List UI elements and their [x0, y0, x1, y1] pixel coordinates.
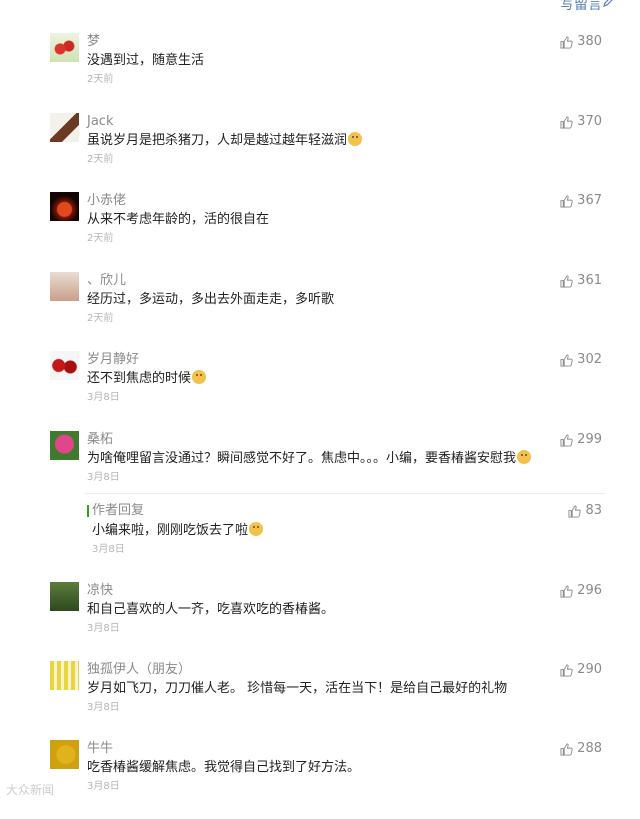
comment-text: 从来不考虑年龄的，活的很自在 — [87, 212, 270, 227]
comment-time: 3月8日 — [87, 392, 120, 403]
comment-time: 2天前 — [87, 233, 114, 244]
comment-time: 2天前 — [87, 313, 114, 324]
comment-text: 和自己喜欢的人一齐，吃喜欢吃的香椿酱。 — [87, 602, 335, 617]
comment-item: 牛牛吃香椿酱缓解焦虑。我觉得自己找到了好方法。 3月8日 288 — [0, 740, 640, 819]
commenter-name[interactable]: 岁月静好 — [87, 351, 139, 369]
avatar[interactable] — [50, 33, 79, 62]
comment-item: 、欣儿经历过，多运动，多出去外面走走，多听歌 2天前 361 — [0, 272, 640, 351]
comment-time: 3月8日 — [87, 623, 120, 634]
comment-text: 吃香椿酱缓解焦虑。我觉得自己找到了好方法。 — [87, 760, 361, 775]
like-button[interactable]: 299 — [560, 431, 602, 449]
comment-text: 经历过，多运动，多出去外面走走，多听歌 — [87, 292, 335, 307]
comment-item: 梦没遇到过，随意生活 2天前 380 — [0, 33, 640, 112]
avatar[interactable] — [50, 113, 79, 142]
comment-text: 没遇到过，随意生活 — [87, 53, 205, 68]
emoji-icon — [348, 132, 363, 146]
avatar[interactable] — [50, 351, 79, 380]
like-count: 299 — [577, 432, 602, 447]
thumbs-up-icon — [560, 663, 573, 677]
thumbs-up-icon — [560, 35, 573, 49]
comment-time: 3月8日 — [87, 702, 120, 713]
like-button[interactable]: 380 — [560, 33, 602, 51]
avatar[interactable] — [50, 740, 79, 769]
commenter-name[interactable]: 小赤佬 — [87, 192, 126, 210]
comment-item: 凉快和自己喜欢的人一齐，吃喜欢吃的香椿酱。 3月8日 296 — [0, 582, 640, 661]
author-reply-like-button[interactable]: 83 — [568, 502, 602, 520]
like-count: 380 — [577, 34, 602, 49]
comment-item: 岁月静好 还不到焦虑的时候 3月8日 302 — [0, 351, 640, 430]
commenter-name[interactable]: 桑柘 — [87, 431, 113, 449]
thumbs-up-icon — [560, 194, 573, 208]
comment-text: 还不到焦虑的时候 — [87, 370, 207, 388]
like-button[interactable]: 367 — [560, 192, 602, 210]
author-reply-like-count: 83 — [585, 503, 602, 518]
watermark: 大众新闻 — [6, 783, 55, 797]
emoji-icon — [249, 522, 264, 536]
commenter-name[interactable]: 凉快 — [87, 582, 113, 600]
emoji-icon — [192, 370, 207, 384]
thumbs-up-icon — [560, 584, 573, 598]
comment-time: 3月8日 — [87, 781, 120, 792]
author-reply-marker — [87, 505, 89, 517]
avatar[interactable] — [50, 582, 79, 611]
commenter-name[interactable]: 独孤伊人（朋友） — [87, 661, 191, 679]
like-count: 290 — [577, 662, 602, 677]
like-count: 296 — [577, 583, 602, 598]
comment-time: 2天前 — [87, 74, 114, 85]
commenter-name[interactable]: 、欣儿 — [87, 272, 126, 290]
like-count: 302 — [577, 352, 602, 367]
like-button[interactable]: 361 — [560, 272, 602, 290]
comment-text: 为啥俺哩留言没通过？瞬间感觉不好了。焦虑中。。。小编，要香椿酱安慰我 — [87, 450, 532, 468]
thumbs-up-icon — [560, 274, 573, 288]
like-button[interactable]: 370 — [560, 113, 602, 131]
like-count: 361 — [577, 273, 602, 288]
commenter-name[interactable]: 牛牛 — [87, 740, 113, 758]
commenter-name[interactable]: Jack — [87, 113, 113, 131]
like-count: 370 — [577, 114, 602, 129]
thumbs-up-icon — [560, 115, 573, 129]
author-reply-text: 小编来啦，刚刚吃饭去了啦 — [92, 522, 264, 540]
like-button[interactable]: 290 — [560, 661, 602, 679]
comment-item: 桑柘 为啥俺哩留言没通过？瞬间感觉不好了。焦虑中。。。小编，要香椿酱安慰我 3月8日… — [0, 431, 640, 510]
avatar[interactable] — [50, 192, 79, 221]
avatar[interactable] — [50, 272, 79, 301]
emoji-icon — [517, 450, 532, 464]
write-comment-link[interactable]: 写留言 — [560, 0, 602, 14]
comment-item: 小赤佬从来不考虑年龄的，活的很自在 2天前 367 — [0, 192, 640, 271]
avatar[interactable] — [50, 431, 79, 460]
author-reply-time: 3月8日 — [92, 544, 125, 555]
comment-item: 独孤伊人（朋友） 岁月如飞刀，刀刀催人老。 珍惜每一天，活在当下！是给自己最好的礼… — [0, 661, 640, 740]
comment-text: 虽说岁月是把杀猪刀，人却是越过越年轻滋润 — [87, 132, 363, 150]
comment-text: 岁月如飞刀，刀刀催人老。 珍惜每一天，活在当下！是给自己最好的礼物 — [87, 681, 508, 696]
comment-time: 3月8日 — [87, 472, 120, 483]
thumbs-up-icon — [560, 433, 573, 447]
thumbs-up-icon — [568, 504, 582, 518]
thumbs-up-icon — [560, 742, 573, 756]
like-button[interactable]: 302 — [560, 351, 602, 369]
commenter-name[interactable]: 梦 — [87, 33, 100, 51]
avatar[interactable] — [50, 661, 79, 690]
pencil-icon — [603, 0, 613, 7]
like-button[interactable]: 296 — [560, 582, 602, 600]
comment-item: Jack 虽说岁月是把杀猪刀，人却是越过越年轻滋润 2天前 370 — [0, 113, 640, 192]
like-count: 288 — [577, 741, 602, 756]
thumbs-up-icon — [560, 353, 573, 367]
reply-divider — [85, 493, 605, 494]
author-reply-label: 作者回复 — [92, 503, 145, 518]
like-button[interactable]: 288 — [560, 740, 602, 758]
like-count: 367 — [577, 193, 602, 208]
comment-time: 2天前 — [87, 154, 114, 165]
